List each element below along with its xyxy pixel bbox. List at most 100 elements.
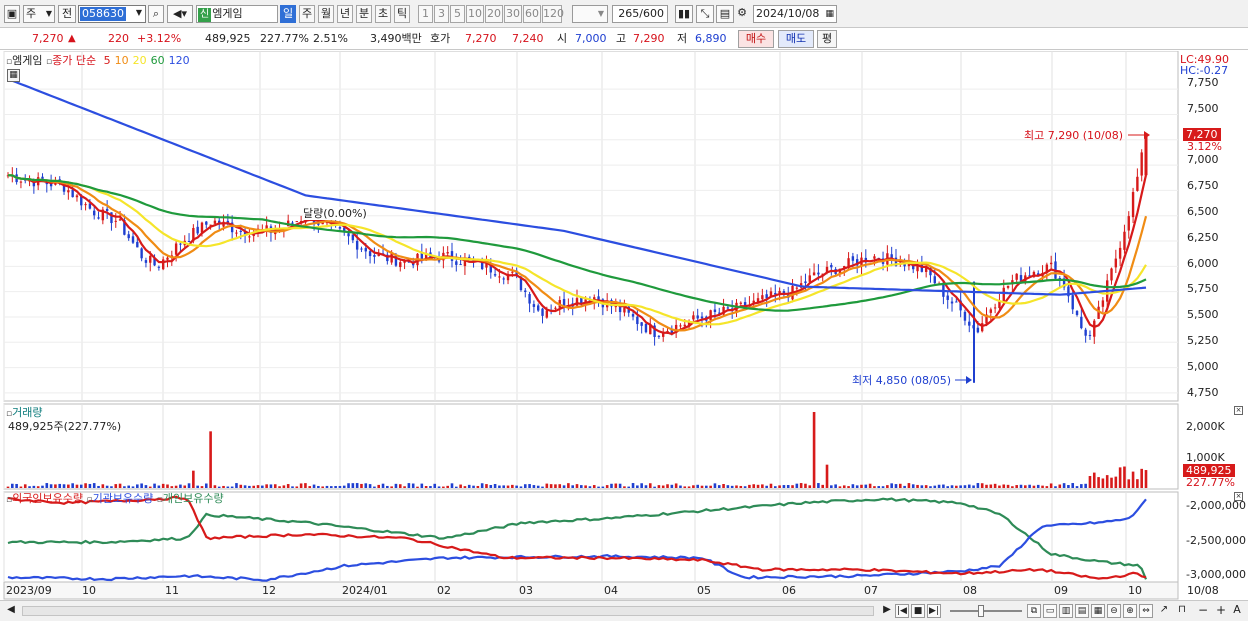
volume-bar bbox=[1015, 485, 1018, 488]
volume-bar bbox=[317, 485, 320, 488]
candle-body bbox=[993, 307, 997, 309]
interval-tab-3[interactable]: 10 bbox=[466, 5, 484, 23]
volume-bar bbox=[170, 486, 174, 488]
save-icon[interactable]: ▤ bbox=[716, 5, 734, 23]
volume-bar bbox=[153, 483, 156, 488]
scope-select[interactable]: 주 ▼ bbox=[23, 5, 55, 23]
interval-tab-7[interactable]: 120 bbox=[542, 5, 564, 23]
close-icon[interactable]: × bbox=[1234, 406, 1243, 415]
period-tab-3[interactable]: 년 bbox=[337, 5, 353, 23]
ma-period-60[interactable]: 60 bbox=[151, 54, 165, 67]
volume-bar bbox=[334, 486, 337, 488]
volume-bar bbox=[79, 484, 83, 488]
volume-panel-frame bbox=[3, 403, 1179, 490]
search-icon[interactable]: ⌕ bbox=[148, 5, 164, 23]
candle-body bbox=[1049, 262, 1053, 265]
ma-period-20[interactable]: 20 bbox=[133, 54, 147, 67]
candle-body bbox=[118, 219, 122, 221]
institution-holding-label: 기관보유수량 bbox=[92, 492, 154, 505]
volume-bar bbox=[860, 484, 863, 488]
drag-icon[interactable]: ⊓ bbox=[1175, 604, 1189, 618]
interval-tab-2[interactable]: 5 bbox=[450, 5, 465, 23]
zoom-out-icon[interactable]: ⊖ bbox=[1107, 604, 1121, 618]
buy-button[interactable]: 매수 bbox=[738, 30, 774, 48]
stock-name-box[interactable]: 신 엠게임 bbox=[196, 5, 278, 23]
trend-icon[interactable]: ↗ bbox=[1157, 604, 1171, 618]
zoom-slider[interactable] bbox=[950, 610, 1022, 612]
ma-period-120[interactable]: 120 bbox=[169, 54, 190, 67]
volume-bar bbox=[709, 485, 712, 488]
volume-bar bbox=[467, 484, 471, 488]
date-field[interactable]: 2024/10/08 ▦ bbox=[753, 5, 837, 23]
eval-button[interactable]: 평 bbox=[817, 30, 837, 48]
candle-body bbox=[235, 232, 238, 234]
volume-bar bbox=[812, 412, 816, 488]
first-icon[interactable]: |◀ bbox=[895, 604, 909, 618]
sell-button[interactable]: 매도 bbox=[778, 30, 814, 48]
zoom-in-icon[interactable]: ⊕ bbox=[1123, 604, 1137, 618]
volume-bar bbox=[584, 485, 587, 488]
candle-body bbox=[1088, 335, 1092, 337]
volume-bar bbox=[640, 483, 643, 488]
data-count-value: 265/600 bbox=[618, 7, 664, 20]
high-price: 7,290 bbox=[633, 32, 665, 45]
candle-body bbox=[351, 234, 355, 241]
zoom-slider-handle[interactable] bbox=[978, 605, 984, 617]
ma-period-5[interactable]: 5 bbox=[104, 54, 111, 67]
horizontal-scrollbar[interactable] bbox=[22, 606, 874, 616]
volume-bar bbox=[183, 485, 187, 488]
scroll-right-icon[interactable]: ▶ bbox=[880, 604, 894, 618]
candle-body bbox=[618, 306, 622, 313]
chart-list-icon[interactable]: ▦ bbox=[1091, 604, 1105, 618]
layout-icon[interactable]: ▣ bbox=[4, 5, 20, 23]
candle-body bbox=[1118, 247, 1122, 259]
ma-period-10[interactable]: 10 bbox=[115, 54, 129, 67]
up-arrow-icon: ▲ bbox=[68, 33, 76, 44]
volume-bar bbox=[1019, 484, 1023, 488]
menu-icon[interactable]: ▤ bbox=[1075, 604, 1089, 618]
period-tab-2[interactable]: 월 bbox=[318, 5, 334, 23]
fit-icon[interactable]: ⇔ bbox=[1139, 604, 1153, 618]
volume-panel-title: 거래량 bbox=[12, 406, 43, 419]
candle-body bbox=[739, 302, 743, 304]
plus-icon[interactable]: + bbox=[1214, 604, 1228, 618]
volume-bar bbox=[761, 484, 764, 488]
close-icon[interactable]: × bbox=[1234, 492, 1243, 501]
prev-select[interactable]: 전 bbox=[58, 5, 76, 23]
candle-type-icon[interactable]: ▮▮ bbox=[675, 5, 693, 23]
window-icon[interactable]: ▭ bbox=[1043, 604, 1057, 618]
period-tab-5[interactable]: 초 bbox=[375, 5, 391, 23]
minus-icon[interactable]: − bbox=[1196, 604, 1210, 618]
last-icon[interactable]: ▶| bbox=[927, 604, 941, 618]
grid-toggle-icon[interactable]: ▦ bbox=[7, 69, 20, 82]
interval-tab-1[interactable]: 3 bbox=[434, 5, 449, 23]
stop-icon[interactable]: ■ bbox=[911, 604, 925, 618]
candle-body bbox=[368, 251, 372, 257]
volume-bar bbox=[580, 485, 583, 488]
chart-area[interactable]: ▫엠게임 ▫종가 단순 5 10 20 60 120 ▦ LC:49.90 HC:-0.… bbox=[0, 51, 1248, 600]
period-tab-1[interactable]: 주 bbox=[299, 5, 315, 23]
capture-icon[interactable]: ⧉ bbox=[1027, 604, 1041, 618]
interval-select[interactable]: ▼ bbox=[572, 5, 608, 23]
split-icon[interactable]: ▥ bbox=[1059, 604, 1073, 618]
interval-tab-0[interactable]: 1 bbox=[418, 5, 433, 23]
period-tab-0[interactable]: 일 bbox=[280, 5, 296, 23]
scroll-left-icon[interactable]: ◀ bbox=[4, 604, 18, 618]
data-count-field[interactable]: 265/600 bbox=[612, 5, 668, 23]
interval-tab-5[interactable]: 30 bbox=[504, 5, 522, 23]
volume-bar bbox=[342, 485, 346, 488]
bottom-toolbar: ◀ ▶ |◀ ■ ▶| ⧉ ▭ ▥ ▤ ▦ ⊖ ⊕ ⇔ ↗ ⊓ − + A bbox=[0, 600, 1248, 621]
volume-bar bbox=[6, 486, 10, 488]
volume-bar bbox=[226, 486, 230, 488]
auto-scale-icon[interactable]: A bbox=[1230, 604, 1244, 618]
period-tab-4[interactable]: 분 bbox=[356, 5, 372, 23]
period-tab-6[interactable]: 틱 bbox=[394, 5, 410, 23]
interval-tab-6[interactable]: 60 bbox=[523, 5, 541, 23]
drawing-tool-icon[interactable]: ⤡ bbox=[696, 5, 714, 23]
code-dropdown-icon[interactable]: ▼ bbox=[132, 5, 146, 23]
price-tick: 5,500 bbox=[1187, 308, 1219, 322]
interval-tab-4[interactable]: 20 bbox=[485, 5, 503, 23]
candle-body bbox=[679, 325, 682, 327]
speaker-icon[interactable]: ◀▾ bbox=[167, 5, 193, 23]
gear-icon[interactable]: ⚙ bbox=[734, 5, 750, 23]
